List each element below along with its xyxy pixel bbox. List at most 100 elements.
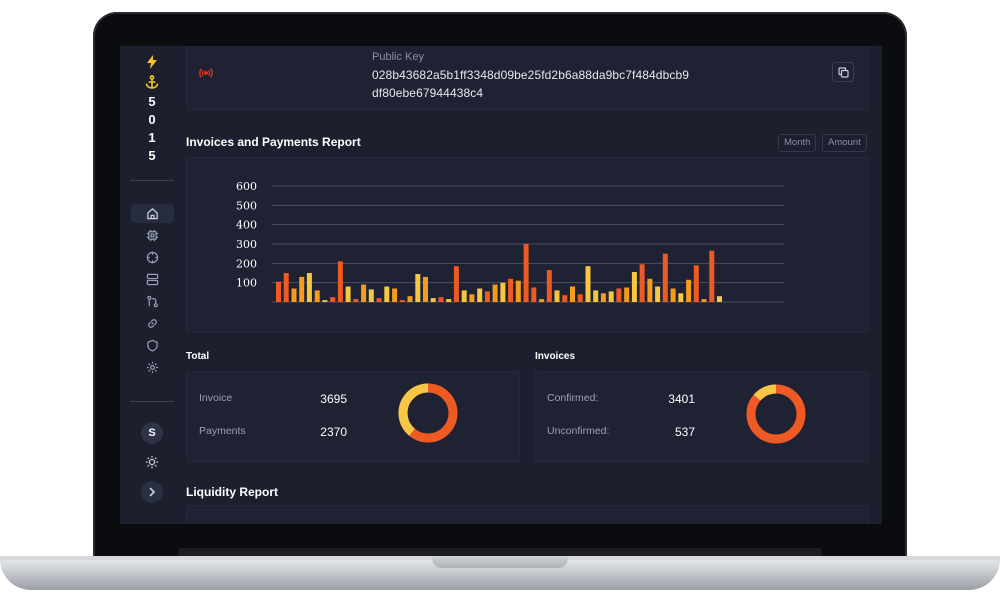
avatar[interactable]: S bbox=[141, 422, 163, 444]
chart-bar[interactable] bbox=[585, 266, 591, 302]
home-icon bbox=[147, 207, 158, 220]
total-card: Invoice 3695 Payments 2370 bbox=[186, 371, 520, 462]
chart-bar[interactable] bbox=[276, 281, 281, 302]
chart-bar[interactable] bbox=[314, 290, 320, 302]
public-key-card: Public Key 028b43682a5b1ff3348d09be25fd2… bbox=[186, 46, 869, 110]
chart-bar[interactable] bbox=[361, 284, 367, 302]
nav-channels[interactable] bbox=[131, 226, 174, 245]
chart-bar[interactable] bbox=[554, 290, 560, 302]
y-tick-label: 300 bbox=[236, 238, 257, 251]
chart-bar[interactable] bbox=[717, 296, 722, 302]
nav-security[interactable] bbox=[131, 336, 174, 355]
sidebar: 5 0 1 5 S bbox=[120, 46, 184, 524]
sun-icon bbox=[145, 455, 159, 469]
unconfirmed-value: 537 bbox=[674, 425, 695, 439]
chart-bar[interactable] bbox=[515, 280, 521, 302]
theme-toggle-button[interactable] bbox=[141, 452, 163, 472]
nav-peers[interactable] bbox=[131, 270, 174, 289]
chart-bar[interactable] bbox=[368, 289, 374, 302]
chart-bar[interactable] bbox=[616, 288, 622, 303]
nav-forwards[interactable] bbox=[131, 248, 174, 267]
chart-bar[interactable] bbox=[376, 298, 382, 302]
laptop-hinge bbox=[178, 548, 822, 556]
invoice-value: 3695 bbox=[320, 392, 347, 406]
chart-bar[interactable] bbox=[523, 244, 529, 302]
chart-bar[interactable] bbox=[508, 278, 514, 302]
chart-bar[interactable] bbox=[415, 274, 421, 302]
chart-bar[interactable] bbox=[670, 288, 676, 303]
chart-bar[interactable] bbox=[461, 290, 467, 302]
chart-bar[interactable] bbox=[624, 287, 630, 303]
confirmed-label: Confirmed: bbox=[547, 392, 599, 404]
chart-bar[interactable] bbox=[701, 299, 707, 302]
sidebar-divider bbox=[130, 180, 174, 181]
chart-bar[interactable] bbox=[484, 291, 490, 302]
anchor-icon bbox=[142, 73, 162, 91]
chart-bar[interactable] bbox=[337, 261, 343, 302]
chart-bar[interactable] bbox=[577, 294, 583, 302]
chart-bar[interactable] bbox=[469, 294, 475, 302]
chart-bar[interactable] bbox=[647, 278, 653, 302]
amount-toggle-button[interactable]: Amount bbox=[822, 134, 867, 152]
chart-bar[interactable] bbox=[500, 282, 506, 302]
month-toggle-button[interactable]: Month bbox=[778, 134, 817, 152]
chevron-right-icon bbox=[149, 487, 156, 497]
chart-bar[interactable] bbox=[322, 300, 328, 302]
chart-bar[interactable] bbox=[291, 288, 297, 303]
nav-settings[interactable] bbox=[131, 358, 174, 377]
payments-value: 2370 bbox=[320, 425, 347, 439]
chart-bar[interactable] bbox=[655, 286, 661, 303]
unconfirmed-label: Unconfirmed: bbox=[547, 425, 610, 437]
block-digit: 5 bbox=[148, 148, 156, 163]
chart-bar[interactable] bbox=[546, 270, 552, 302]
chart-bar[interactable] bbox=[709, 250, 715, 302]
nav-home[interactable] bbox=[131, 204, 174, 223]
confirmed-value: 3401 bbox=[668, 392, 695, 406]
chart-bar[interactable] bbox=[306, 273, 312, 302]
chart-bar[interactable] bbox=[438, 297, 444, 302]
chart-bar[interactable] bbox=[423, 276, 428, 302]
chart-bar[interactable] bbox=[678, 293, 684, 302]
chart-bar[interactable] bbox=[639, 264, 645, 302]
chart-bar[interactable] bbox=[299, 276, 305, 302]
y-tick-label: 200 bbox=[236, 257, 257, 270]
copy-button[interactable] bbox=[832, 62, 854, 82]
chart-bar[interactable] bbox=[593, 290, 599, 302]
expand-sidebar-button[interactable] bbox=[141, 481, 163, 503]
chart-bar[interactable] bbox=[345, 286, 351, 303]
chart-bar[interactable] bbox=[600, 293, 606, 302]
chart-bar[interactable] bbox=[446, 299, 452, 302]
public-key-value: 028b43682a5b1ff3348d09be25fd2b6a88da9bc7… bbox=[372, 68, 689, 100]
chart-bar[interactable] bbox=[492, 284, 498, 302]
chart-bar[interactable] bbox=[453, 266, 459, 302]
chart-bar[interactable] bbox=[283, 273, 289, 302]
y-tick-label: 600 bbox=[236, 180, 257, 193]
chart-bar[interactable] bbox=[477, 288, 483, 303]
chart-bar[interactable] bbox=[392, 288, 398, 303]
chart-bar[interactable] bbox=[662, 253, 668, 302]
block-digit: 1 bbox=[148, 130, 156, 145]
chart-bar[interactable] bbox=[686, 279, 692, 302]
nav-swaps[interactable] bbox=[131, 292, 174, 311]
chart-bar[interactable] bbox=[430, 298, 436, 302]
chart-bar[interactable] bbox=[330, 297, 336, 302]
nav-chain[interactable] bbox=[131, 314, 174, 333]
invoice-label: Invoice bbox=[199, 392, 233, 404]
chart-bar[interactable] bbox=[693, 265, 699, 302]
copy-icon bbox=[837, 66, 849, 78]
chart-bar[interactable] bbox=[399, 300, 405, 302]
bolt-icon bbox=[142, 53, 162, 71]
report-title: Invoices and Payments Report bbox=[186, 135, 361, 149]
chart-bar[interactable] bbox=[570, 286, 575, 303]
chart-bar[interactable] bbox=[407, 296, 413, 302]
chart-bar[interactable] bbox=[539, 299, 545, 302]
chart-bar[interactable] bbox=[608, 291, 614, 302]
chart-bar[interactable] bbox=[384, 286, 390, 303]
report-bar-chart: 100 200 300 400 500 600 bbox=[236, 180, 784, 303]
total-title: Total bbox=[186, 351, 210, 362]
chart-bar[interactable] bbox=[531, 287, 537, 303]
broadcast-icon bbox=[199, 68, 213, 78]
chart-bar[interactable] bbox=[631, 272, 637, 302]
chart-bar[interactable] bbox=[353, 299, 359, 302]
chart-bar[interactable] bbox=[562, 295, 568, 302]
